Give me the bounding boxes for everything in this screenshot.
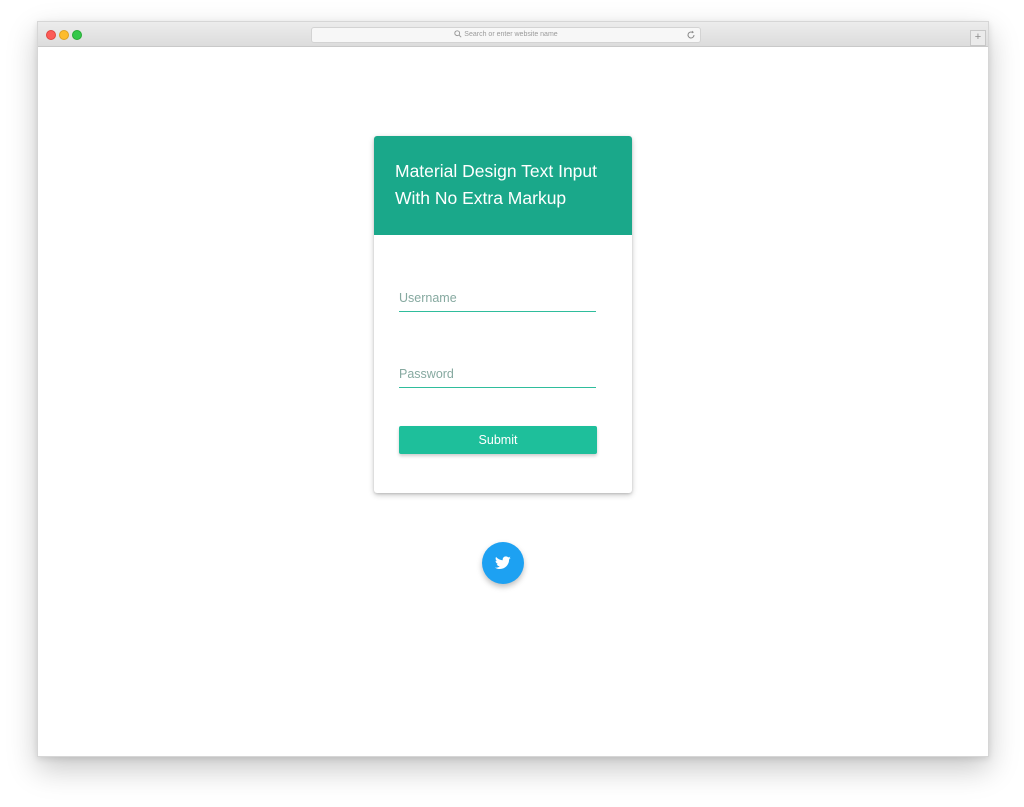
address-bar[interactable]: Search or enter website name bbox=[311, 27, 701, 43]
reload-icon[interactable] bbox=[686, 30, 696, 40]
browser-titlebar: Search or enter website name + bbox=[38, 22, 988, 47]
username-input[interactable] bbox=[399, 285, 596, 312]
login-card: Material Design Text Input With No Extra… bbox=[374, 136, 632, 493]
address-placeholder: Search or enter website name bbox=[464, 31, 558, 38]
minimize-window-button[interactable] bbox=[59, 30, 69, 40]
card-title: Material Design Text Input With No Extra… bbox=[395, 161, 598, 208]
twitter-icon bbox=[495, 556, 511, 569]
page-background: Search or enter website name + Material … bbox=[0, 0, 1024, 807]
password-input[interactable] bbox=[399, 361, 596, 388]
twitter-share-button[interactable] bbox=[482, 542, 524, 584]
close-window-button[interactable] bbox=[46, 30, 56, 40]
submit-button[interactable]: Submit bbox=[399, 426, 597, 454]
browser-window: Search or enter website name + Material … bbox=[37, 21, 989, 757]
plus-icon: + bbox=[974, 31, 982, 43]
new-tab-button[interactable]: + bbox=[970, 30, 986, 46]
maximize-window-button[interactable] bbox=[72, 30, 82, 40]
address-bar-content: Search or enter website name bbox=[312, 28, 700, 42]
card-header: Material Design Text Input With No Extra… bbox=[374, 136, 632, 235]
search-icon bbox=[454, 30, 462, 38]
